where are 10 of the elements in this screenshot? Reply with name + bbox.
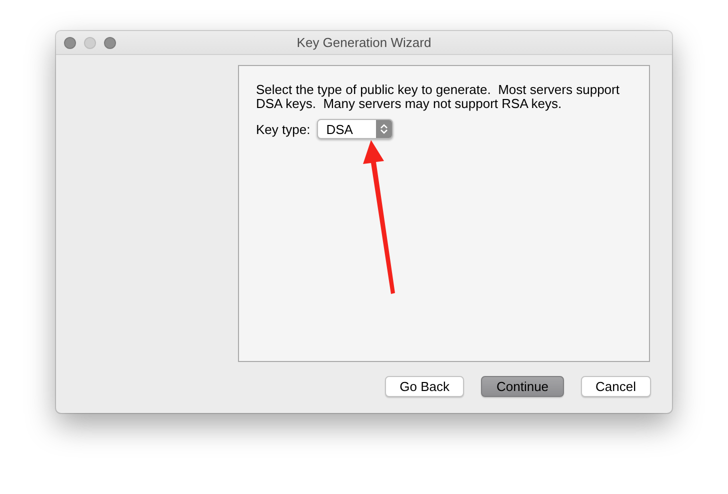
description-text: Select the type of public key to generate. Most servers support DSA keys. Many servers may not support RSA keys. [256, 83, 620, 111]
key-type-label: Key type: [256, 122, 310, 136]
window-title: Key Generation Wizard [296, 35, 432, 50]
wizard-button[interactable]: Continue [481, 376, 564, 397]
stepper-icon [380, 123, 388, 135]
close-button[interactable] [64, 36, 76, 48]
zoom-button[interactable] [104, 36, 116, 48]
key-type-dropdown[interactable]: DSA [317, 119, 394, 139]
wizard-button[interactable]: Go Back [384, 376, 464, 397]
wizard-button[interactable]: Cancel [580, 376, 651, 397]
